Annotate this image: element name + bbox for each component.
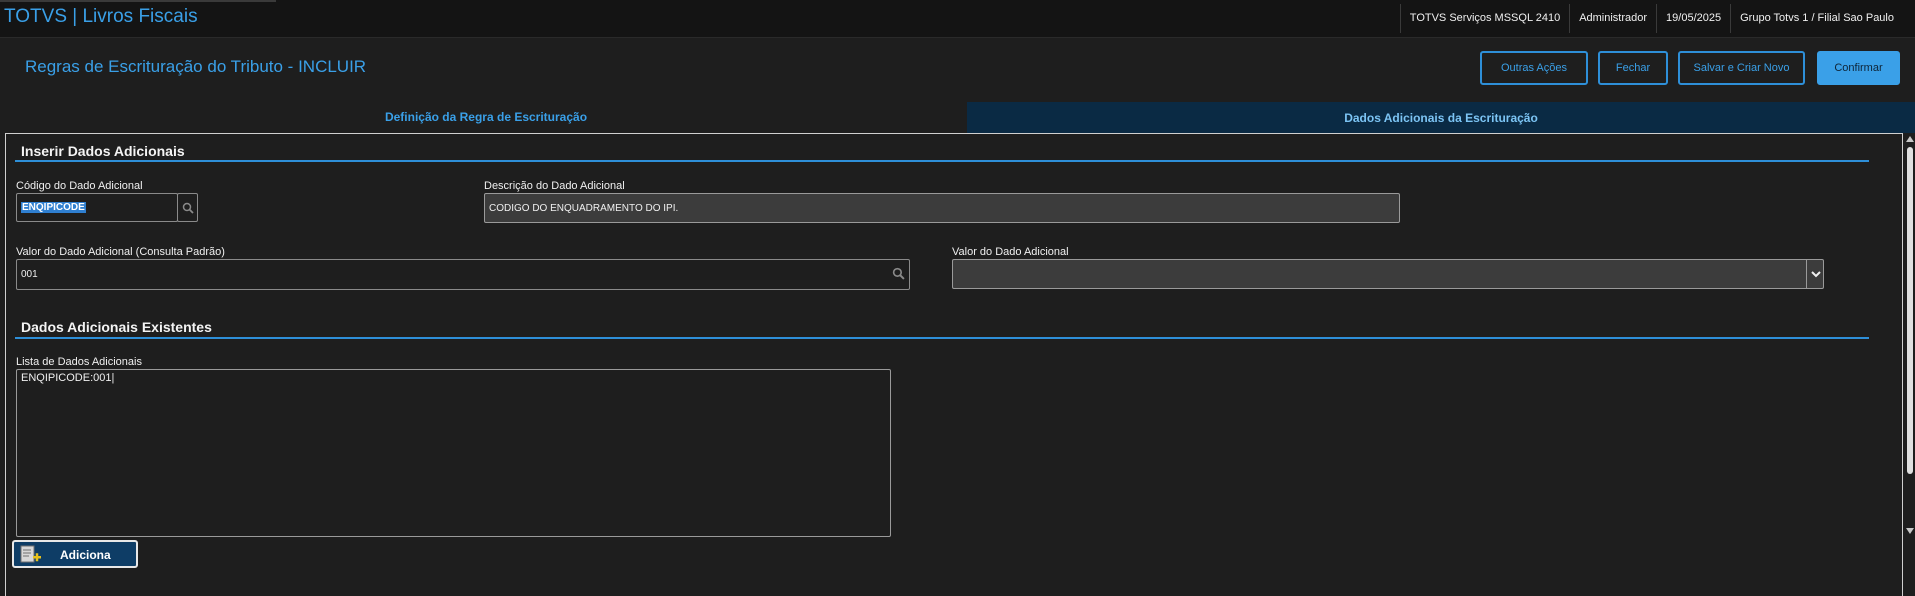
descricao-label: Descrição do Dado Adicional — [484, 180, 625, 192]
section-title-inserir: Inserir Dados Adicionais — [21, 143, 185, 159]
salvar-criar-novo-button[interactable]: Salvar e Criar Novo — [1678, 51, 1805, 85]
valor-label: Valor do Dado Adicional — [952, 246, 1069, 258]
tab-dados-adicionais[interactable]: Dados Adicionais da Escrituração — [967, 102, 1915, 133]
status-date: 19/05/2025 — [1656, 4, 1730, 33]
valor-select-toggle[interactable] — [1806, 259, 1824, 289]
lista-textarea[interactable]: ENQIPICODE:001| — [16, 369, 891, 537]
scroll-down-icon[interactable] — [1906, 528, 1914, 534]
status-bar: TOTVS Serviços MSSQL 2410 Administrador … — [1399, 4, 1903, 33]
page-title: Regras de Escrituração do Tributo - INCL… — [25, 57, 367, 76]
top-bar: TOTVS | Livros Fiscais TOTVS Serviços MS… — [0, 0, 1915, 38]
valor-select[interactable] — [952, 259, 1824, 289]
valor-consulta-search-button[interactable] — [892, 267, 905, 283]
codigo-label: Código do Dado Adicional — [16, 180, 143, 192]
status-branch[interactable]: Grupo Totvs 1 / Filial Sao Paulo — [1730, 4, 1903, 33]
tab-definicao-regra[interactable]: Definição da Regra de Escrituração — [5, 102, 967, 133]
scroll-thumb[interactable] — [1907, 147, 1913, 474]
adiciona-button[interactable]: Adiciona — [12, 540, 138, 568]
codigo-lookup-button[interactable] — [177, 193, 198, 222]
section-title-existentes: Dados Adicionais Existentes — [21, 319, 212, 335]
chevron-down-icon — [1810, 270, 1821, 277]
fechar-button[interactable]: Fechar — [1598, 51, 1668, 85]
search-icon — [892, 267, 905, 280]
status-user: Administrador — [1569, 4, 1656, 33]
lista-label: Lista de Dados Adicionais — [16, 356, 142, 368]
search-icon — [182, 202, 194, 214]
top-strip — [0, 0, 276, 2]
lista-value: ENQIPICODE:001| — [21, 372, 115, 384]
vertical-scrollbar[interactable] — [1905, 133, 1915, 538]
scroll-up-icon[interactable] — [1906, 136, 1914, 142]
add-document-icon — [20, 545, 41, 563]
valor-consulta-label: Valor do Dado Adicional (Consulta Padrão… — [16, 246, 225, 258]
section-divider — [15, 337, 1869, 339]
section-divider — [15, 160, 1869, 162]
codigo-value: ENQIPICODE — [21, 202, 86, 213]
tab-bar: Definição da Regra de Escrituração Dados… — [5, 102, 1915, 133]
adiciona-label: Adiciona — [60, 548, 111, 562]
status-environment: TOTVS Serviços MSSQL 2410 — [1399, 4, 1569, 33]
app-title: TOTVS | Livros Fiscais — [4, 6, 198, 27]
descricao-field: CODIGO DO ENQUADRAMENTO DO IPI. — [484, 193, 1400, 223]
valor-consulta-field[interactable]: 001 — [16, 259, 910, 290]
codigo-field[interactable]: ENQIPICODE — [16, 193, 178, 222]
confirmar-button[interactable]: Confirmar — [1817, 51, 1900, 85]
outras-acoes-button[interactable]: Outras Ações — [1480, 51, 1588, 85]
valor-consulta-value: 001 — [21, 269, 38, 280]
